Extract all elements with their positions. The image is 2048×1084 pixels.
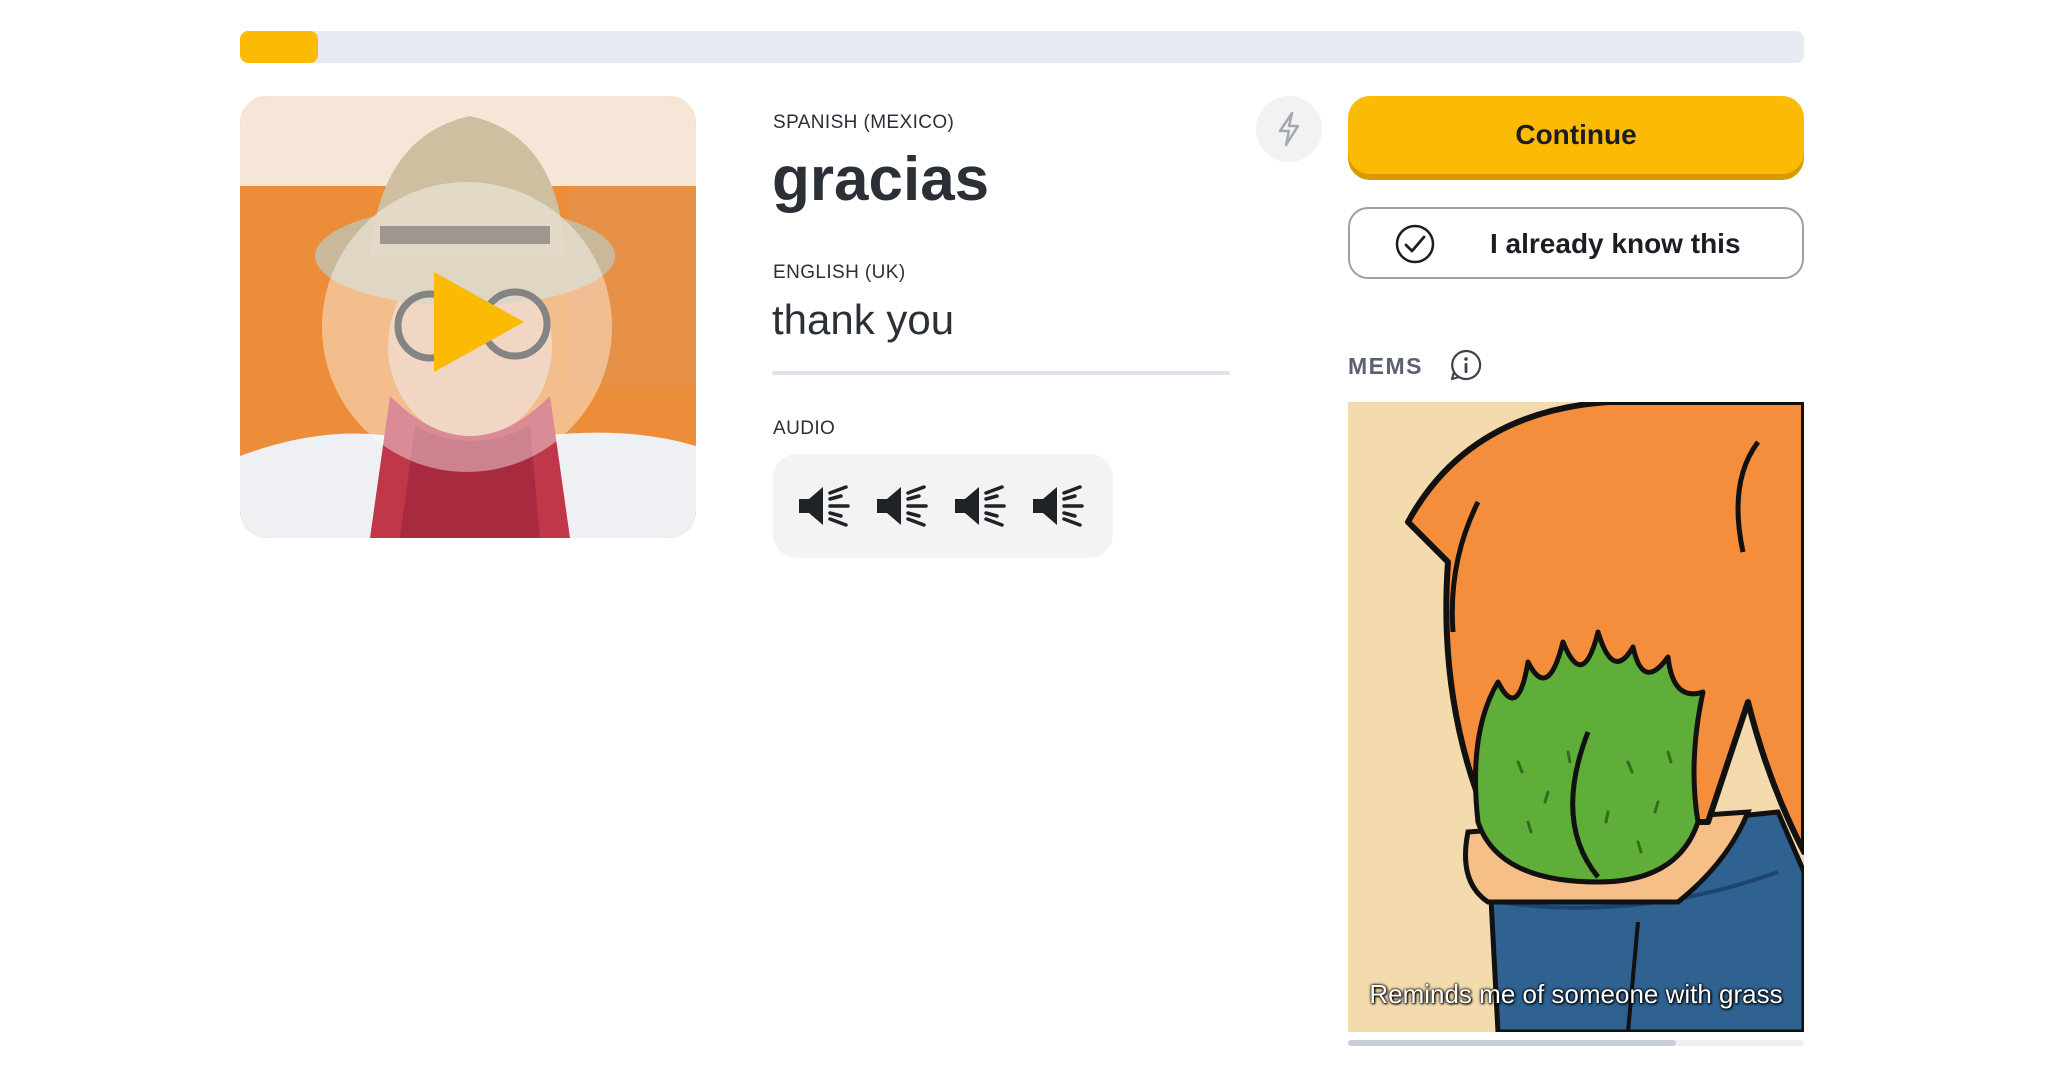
mem-illustration (1348, 402, 1804, 1032)
progress-bar (240, 31, 1804, 63)
speaker-icon[interactable] (797, 483, 851, 529)
audio-label: AUDIO (773, 418, 836, 439)
native-word: thank you (772, 296, 955, 343)
mem-card[interactable]: Reminds me of someone with grass (1348, 402, 1804, 1032)
info-icon[interactable] (1449, 348, 1483, 382)
play-icon (434, 272, 524, 372)
mems-scrollbar[interactable] (1348, 1040, 1804, 1046)
speaker-icon[interactable] (953, 483, 1007, 529)
check-circle-icon (1395, 224, 1435, 264)
play-button[interactable] (322, 182, 612, 472)
mems-heading: MEMS (1348, 353, 1423, 379)
mems-scrollbar-thumb[interactable] (1348, 1040, 1677, 1046)
lightning-icon (1278, 111, 1300, 147)
already-know-label: I already know this (1490, 228, 1741, 259)
learn-word: gracias (772, 145, 990, 214)
progress-bar-fill (240, 31, 319, 63)
audio-players (773, 454, 1113, 558)
learn-language-label: SPANISH (MEXICO) (773, 112, 955, 133)
mem-caption: Reminds me of someone with grass (1369, 979, 1783, 1009)
quick-review-button[interactable] (1256, 96, 1322, 162)
video-player[interactable] (240, 96, 696, 538)
divider (772, 371, 1230, 375)
already-know-button[interactable]: I already know this (1348, 207, 1804, 279)
continue-button[interactable]: Continue (1348, 96, 1804, 174)
speaker-icon[interactable] (1031, 483, 1085, 529)
speaker-icon[interactable] (875, 483, 929, 529)
native-language-label: ENGLISH (UK) (773, 262, 906, 283)
